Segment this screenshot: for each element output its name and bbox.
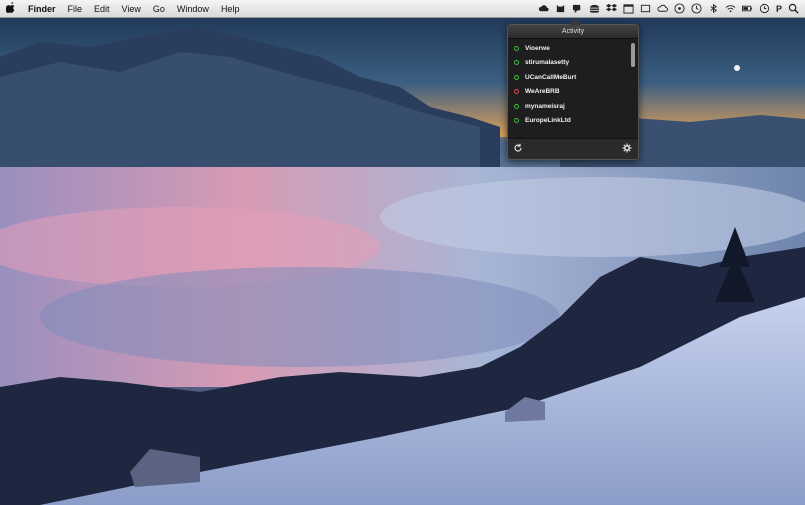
popover-footer bbox=[508, 138, 638, 159]
user-name: Vioerwe bbox=[525, 44, 550, 52]
menu-go[interactable]: Go bbox=[147, 0, 171, 18]
menu-bar: Finder File Edit View Go Window Help P bbox=[0, 0, 805, 18]
menu-finder[interactable]: Finder bbox=[22, 0, 62, 18]
list-item[interactable]: mynameisraj bbox=[512, 99, 628, 114]
online-status-icon bbox=[514, 60, 519, 66]
music-icon[interactable] bbox=[674, 3, 685, 14]
activity-popover: Activity Vioerwe stirumalasetty UCanCall… bbox=[507, 19, 639, 160]
online-status-icon bbox=[514, 103, 519, 109]
online-status-icon bbox=[514, 45, 519, 51]
menu-view[interactable]: View bbox=[116, 0, 147, 18]
spotlight-search-icon[interactable] bbox=[788, 3, 799, 14]
menu-edit[interactable]: Edit bbox=[88, 0, 116, 18]
battery-icon[interactable] bbox=[741, 3, 753, 14]
cloud-icon[interactable] bbox=[538, 3, 549, 14]
user-name: WeAreBRB bbox=[525, 88, 560, 96]
user-name: stirumalasetty bbox=[525, 59, 570, 67]
user-name: UCanCallMeBurt bbox=[525, 73, 577, 81]
activity-list: Vioerwe stirumalasetty UCanCallMeBurt We… bbox=[512, 41, 628, 151]
desktop-wallpaper bbox=[0, 17, 805, 505]
cloud-outline-icon[interactable] bbox=[657, 3, 668, 14]
dropbox-icon[interactable] bbox=[605, 3, 617, 14]
window-icon[interactable] bbox=[640, 3, 651, 14]
clock-icon[interactable] bbox=[691, 3, 702, 14]
time-machine-icon[interactable] bbox=[759, 3, 770, 14]
menu-help[interactable]: Help bbox=[215, 0, 246, 18]
away-status-icon bbox=[514, 89, 519, 95]
list-item[interactable]: stirumalasetty bbox=[512, 56, 628, 71]
chat-icon[interactable] bbox=[572, 3, 583, 14]
menu-file[interactable]: File bbox=[62, 0, 89, 18]
refresh-icon[interactable] bbox=[513, 143, 523, 153]
menu-window[interactable]: Window bbox=[171, 0, 215, 18]
user-name: EuropeLinkLtd bbox=[525, 117, 571, 125]
calendar-icon[interactable] bbox=[623, 3, 634, 14]
hamburger-icon[interactable] bbox=[589, 3, 600, 14]
cat-icon[interactable] bbox=[555, 3, 566, 14]
list-item[interactable]: EuropeLinkLtd bbox=[512, 114, 628, 129]
apple-menu-icon[interactable] bbox=[0, 1, 22, 16]
popover-title: Activity bbox=[508, 25, 638, 39]
list-item[interactable]: WeAreBRB bbox=[512, 85, 628, 100]
list-item[interactable]: Vioerwe bbox=[512, 41, 628, 56]
user-menu[interactable]: P bbox=[776, 4, 782, 14]
online-status-icon bbox=[514, 74, 519, 80]
wallpaper-scenery bbox=[0, 17, 805, 505]
user-name: mynameisraj bbox=[525, 102, 565, 110]
online-status-icon bbox=[514, 118, 519, 124]
settings-gear-icon[interactable] bbox=[622, 143, 632, 153]
bluetooth-icon[interactable] bbox=[708, 3, 719, 14]
popover-arrow bbox=[569, 19, 581, 25]
list-item[interactable]: UCanCallMeBurt bbox=[512, 70, 628, 85]
wifi-icon[interactable] bbox=[725, 3, 736, 14]
list-scrollbar[interactable] bbox=[631, 43, 635, 67]
menu-extras: P bbox=[538, 3, 805, 14]
